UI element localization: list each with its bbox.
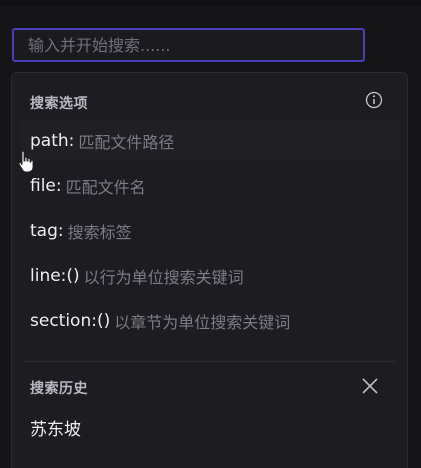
section-divider bbox=[24, 361, 395, 362]
option-description: 匹配文件名 bbox=[65, 178, 146, 197]
option-key: file: bbox=[30, 176, 62, 196]
option-description: 搜索标签 bbox=[67, 223, 132, 242]
search-history-title: 搜索历史 bbox=[30, 381, 88, 397]
top-strip bbox=[0, 0, 421, 6]
option-tag[interactable]: tag: 搜索标签 bbox=[20, 211, 400, 251]
option-key: section:() bbox=[30, 311, 111, 331]
close-icon[interactable] bbox=[359, 375, 381, 397]
option-key: line:() bbox=[30, 266, 80, 286]
info-icon[interactable] bbox=[365, 91, 383, 109]
history-item[interactable]: 苏东坡 bbox=[20, 407, 400, 447]
search-options-title: 搜索选项 bbox=[30, 96, 88, 112]
search-suggestions-dropdown: 搜索选项 path: 匹配文件路径 file: 匹配文件名 tag: 搜索标签 … bbox=[11, 72, 408, 468]
option-line[interactable]: line:() 以行为单位搜索关键词 bbox=[20, 256, 400, 296]
hand-cursor-icon bbox=[18, 150, 34, 173]
option-key: tag: bbox=[30, 221, 64, 241]
option-description: 匹配文件路径 bbox=[78, 133, 175, 152]
option-section[interactable]: section:() 以章节为单位搜索关键词 bbox=[20, 301, 400, 341]
option-key: path: bbox=[30, 131, 75, 151]
history-item-label: 苏东坡 bbox=[30, 419, 81, 440]
search-box[interactable] bbox=[12, 28, 365, 62]
option-path[interactable]: path: 匹配文件路径 bbox=[20, 121, 400, 161]
option-description: 以章节为单位搜索关键词 bbox=[114, 313, 291, 332]
option-file[interactable]: file: 匹配文件名 bbox=[20, 166, 400, 206]
search-input[interactable] bbox=[14, 30, 363, 60]
search-view: 搜索选项 path: 匹配文件路径 file: 匹配文件名 tag: 搜索标签 … bbox=[0, 0, 421, 468]
option-description: 以行为单位搜索关键词 bbox=[83, 268, 244, 287]
